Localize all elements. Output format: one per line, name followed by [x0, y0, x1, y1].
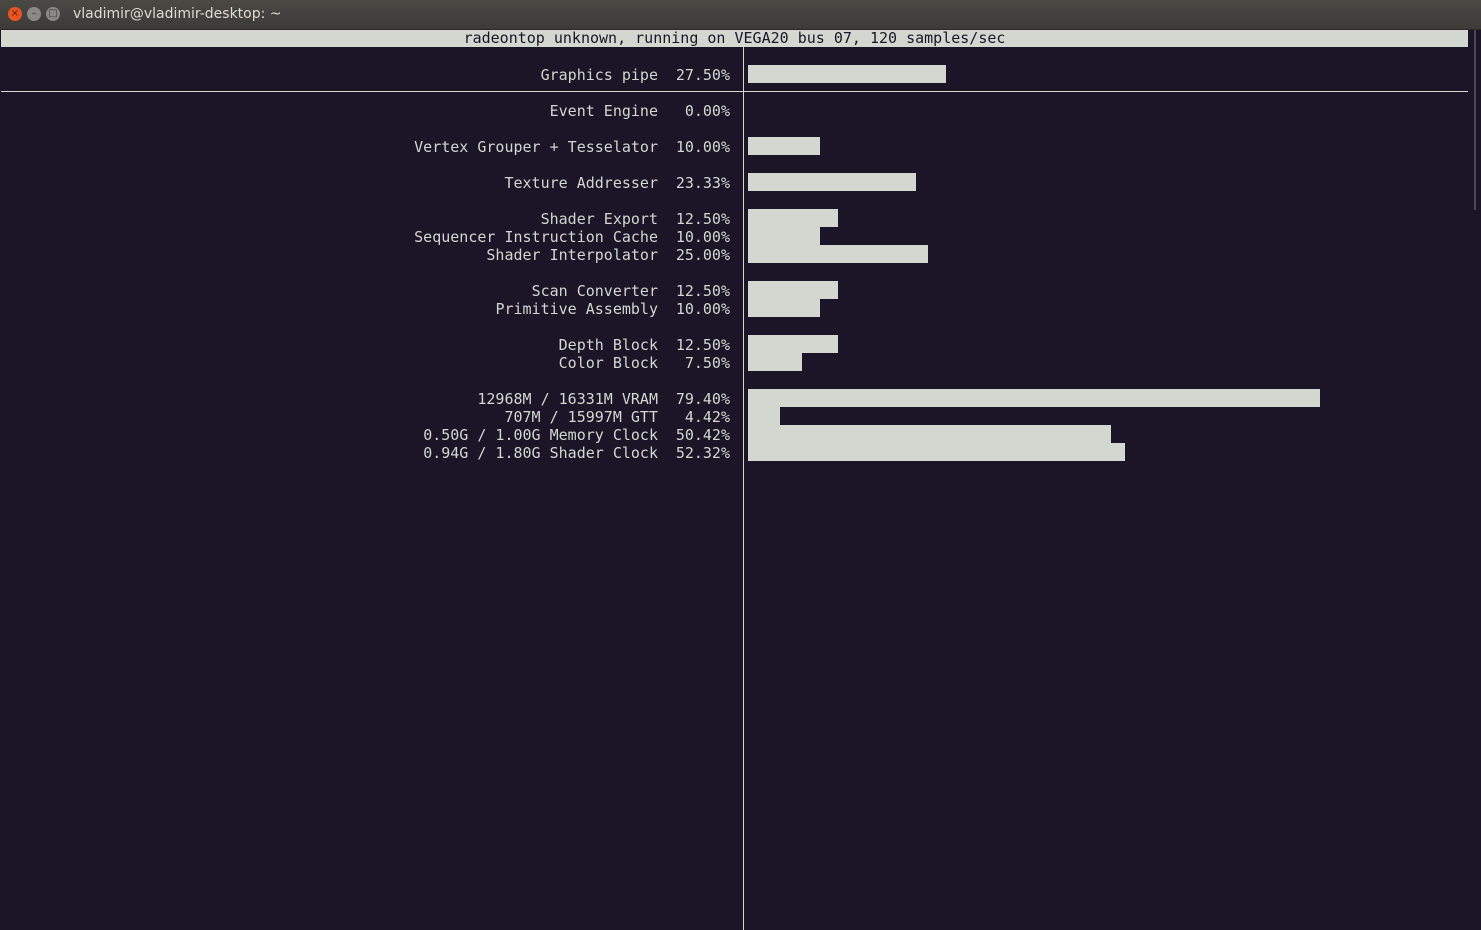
- metric-percent-texture-addresser: 23.33%: [675, 174, 730, 192]
- minimize-window-button[interactable]: –: [27, 7, 41, 21]
- metric-percent-shader-interpolator: 25.00%: [675, 246, 730, 264]
- metric-bar-707m-15997m-gtt: [748, 407, 780, 425]
- metric-bar-vertex-grouper-tesselator: [748, 137, 820, 155]
- metric-label-707m-15997m-gtt: 707M / 15997M GTT: [504, 408, 658, 426]
- graphics-pipe-divider: [1, 91, 1468, 92]
- metric-bar-shader-export: [748, 209, 838, 227]
- window-title: vladimir@vladimir-desktop: ~: [73, 6, 282, 22]
- metric-label-scan-converter: Scan Converter: [531, 282, 658, 300]
- metric-bar-graphics-pipe: [748, 65, 946, 83]
- metric-bar-0-50g-1-00g-memory-clock: [748, 425, 1111, 443]
- terminal-area[interactable]: radeontop unknown, running on VEGA20 bus…: [1, 30, 1468, 930]
- scrollbar-thumb[interactable]: [1474, 30, 1476, 210]
- close-window-button[interactable]: ×: [8, 7, 22, 21]
- metric-percent-color-block: 7.50%: [684, 354, 730, 372]
- metric-percent-707m-15997m-gtt: 4.42%: [684, 408, 730, 426]
- metric-bar-texture-addresser: [748, 173, 916, 191]
- metric-label-color-block: Color Block: [558, 354, 658, 372]
- metric-label-12968m-16331m-vram: 12968M / 16331M VRAM: [477, 390, 658, 408]
- metric-label-graphics-pipe: Graphics pipe: [540, 66, 658, 84]
- metric-bar-shader-interpolator: [748, 245, 928, 263]
- metric-label-sequencer-instruction-cache: Sequencer Instruction Cache: [414, 228, 658, 246]
- metric-percent-0-50g-1-00g-memory-clock: 50.42%: [675, 426, 730, 444]
- metric-percent-graphics-pipe: 27.50%: [675, 66, 730, 84]
- metric-label-shader-export: Shader Export: [540, 210, 658, 228]
- metric-bar-0-94g-1-80g-shader-clock: [748, 443, 1125, 461]
- metric-percent-event-engine: 0.00%: [684, 102, 730, 120]
- metric-label-event-engine: Event Engine: [549, 102, 658, 120]
- metric-percent-primitive-assembly: 10.00%: [675, 300, 730, 318]
- metric-bar-sequencer-instruction-cache: [748, 227, 820, 245]
- metric-bar-primitive-assembly: [748, 299, 820, 317]
- metric-label-texture-addresser: Texture Addresser: [504, 174, 658, 192]
- window-titlebar[interactable]: × – □ vladimir@vladimir-desktop: ~: [0, 0, 1481, 30]
- metric-bar-scan-converter: [748, 281, 838, 299]
- maximize-window-button[interactable]: □: [46, 7, 60, 21]
- metric-percent-vertex-grouper-tesselator: 10.00%: [675, 138, 730, 156]
- metric-bar-12968m-16331m-vram: [748, 389, 1320, 407]
- metric-bar-depth-block: [748, 335, 838, 353]
- metric-percent-shader-export: 12.50%: [675, 210, 730, 228]
- metric-label-shader-interpolator: Shader Interpolator: [486, 246, 658, 264]
- metric-label-primitive-assembly: Primitive Assembly: [495, 300, 658, 318]
- metric-percent-sequencer-instruction-cache: 10.00%: [675, 228, 730, 246]
- radeontop-header: radeontop unknown, running on VEGA20 bus…: [1, 30, 1468, 47]
- terminal-scrollbar[interactable]: [1468, 30, 1481, 930]
- metric-percent-depth-block: 12.50%: [675, 336, 730, 354]
- metric-label-0-50g-1-00g-memory-clock: 0.50G / 1.00G Memory Clock: [423, 426, 658, 444]
- bar-column-divider: [743, 47, 744, 930]
- metric-label-0-94g-1-80g-shader-clock: 0.94G / 1.80G Shader Clock: [423, 444, 658, 462]
- metric-percent-scan-converter: 12.50%: [675, 282, 730, 300]
- metric-percent-12968m-16331m-vram: 79.40%: [675, 390, 730, 408]
- metric-percent-0-94g-1-80g-shader-clock: 52.32%: [675, 444, 730, 462]
- metric-label-depth-block: Depth Block: [558, 336, 658, 354]
- metric-label-vertex-grouper-tesselator: Vertex Grouper + Tesselator: [414, 138, 658, 156]
- metric-bar-color-block: [748, 353, 802, 371]
